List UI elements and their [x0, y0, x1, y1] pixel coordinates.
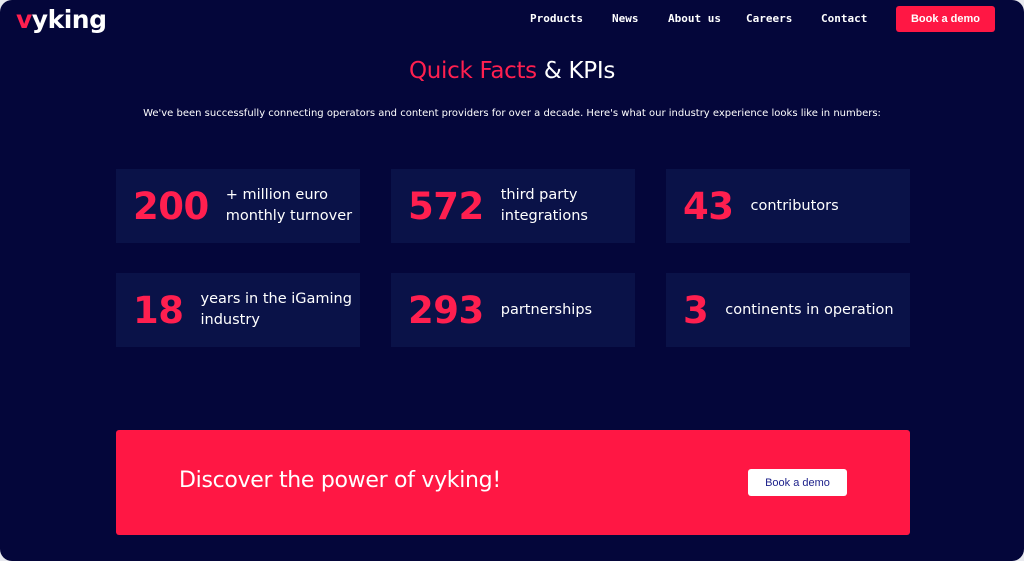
- kpi-value: 200: [133, 184, 209, 228]
- kpi-value: 3: [683, 288, 709, 332]
- nav-contact[interactable]: Contact: [821, 12, 867, 25]
- top-nav: v yking Products News About us Careers Co…: [0, 0, 1024, 38]
- cta-text: Discover the power of vyking!: [179, 468, 501, 493]
- kpi-label-line: continents in operation: [725, 301, 894, 318]
- kpi-label: partnerships: [501, 300, 592, 321]
- logo-text: yking: [31, 4, 107, 34]
- kpi-card-contributors: 43 contributors: [666, 169, 910, 243]
- section-intro: We've been successfully connecting opera…: [143, 108, 881, 119]
- section-title-accent: Quick Facts: [408, 58, 537, 84]
- kpi-label: continents in operation: [725, 300, 893, 321]
- section-title: Quick Facts & KPIs: [0, 58, 1024, 84]
- book-demo-cta-button[interactable]: Book a demo: [748, 469, 847, 496]
- kpi-card-continents: 3 continents in operation: [666, 273, 910, 347]
- kpi-value: 293: [408, 288, 484, 332]
- kpi-label-line: third party: [500, 187, 578, 203]
- book-demo-nav-button[interactable]: Book a demo: [896, 6, 995, 32]
- kpi-card-integrations: 572 third party integrations: [391, 169, 635, 243]
- kpi-card-partnerships: 293 partnerships: [391, 273, 635, 347]
- nav-news[interactable]: News: [612, 12, 639, 25]
- kpi-card-years: 18 years in the iGaming industry: [116, 273, 360, 347]
- nav-about-us[interactable]: About us: [668, 12, 721, 25]
- kpi-value: 18: [133, 288, 184, 332]
- kpi-label-line: monthly turnover: [225, 208, 353, 224]
- kpi-label-line: industry: [200, 312, 260, 328]
- kpi-label: + million euro monthly turnover: [226, 185, 352, 227]
- logo-accent: v: [16, 4, 32, 34]
- kpi-value: 43: [683, 184, 734, 228]
- section-title-rest: & KPIs: [536, 58, 616, 84]
- kpi-card-turnover: 200 + million euro monthly turnover: [116, 169, 360, 243]
- kpi-label: contributors: [751, 196, 839, 217]
- vyking-logo[interactable]: v yking: [16, 4, 107, 34]
- kpi-label: years in the iGaming industry: [201, 289, 352, 331]
- cta-banner: Discover the power of vyking! Book a dem…: [116, 430, 910, 535]
- kpi-value: 572: [408, 184, 484, 228]
- kpi-label: third party integrations: [501, 185, 588, 227]
- nav-products[interactable]: Products: [530, 12, 583, 25]
- kpi-label-line: partnerships: [500, 301, 593, 318]
- page: v yking Products News About us Careers Co…: [0, 0, 1024, 561]
- kpi-label-line: integrations: [500, 208, 588, 224]
- nav-careers[interactable]: Careers: [746, 12, 792, 25]
- kpi-label-line: + million euro: [225, 187, 329, 203]
- kpi-label-line: contributors: [750, 197, 839, 214]
- kpi-label-line: years in the iGaming: [200, 291, 352, 307]
